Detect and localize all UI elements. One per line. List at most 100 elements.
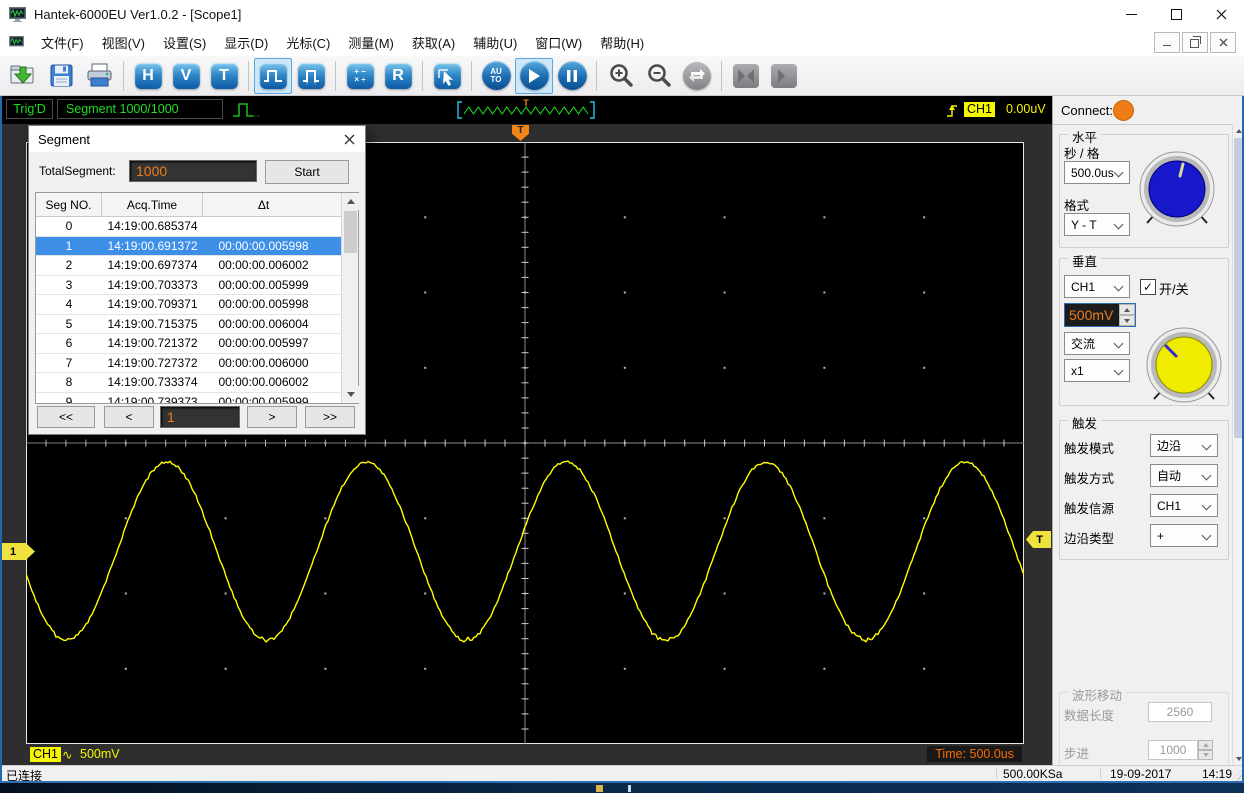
open-file-button[interactable]: [4, 58, 42, 94]
trigger-level-marker[interactable]: T: [1026, 531, 1051, 548]
start-button[interactable]: Start: [265, 160, 349, 184]
vertical-knob[interactable]: [1143, 326, 1225, 411]
prev-page-button[interactable]: <: [104, 406, 154, 428]
reference-wave-button[interactable]: R: [379, 58, 417, 94]
segment-table-row[interactable]: 414:19:00.70937100:00:00.005998: [36, 295, 358, 315]
arrow-down-icon: [1236, 757, 1242, 761]
arrow-up-icon: [1236, 129, 1242, 133]
segment-table-row[interactable]: 114:19:00.69137200:00:00.005998: [36, 237, 358, 257]
menu-item[interactable]: 帮助(H): [591, 32, 653, 55]
acquisition-preview[interactable]: T: [455, 98, 597, 122]
auto-set-button[interactable]: AUTO: [477, 58, 515, 94]
scrollbar-thumb[interactable]: [344, 211, 357, 253]
dialog-close-button[interactable]: [339, 130, 359, 148]
minimize-button[interactable]: [1109, 0, 1154, 28]
segment-table-row[interactable]: 214:19:00.69737400:00:00.006002: [36, 256, 358, 276]
status-bar: 已连接 500.00KSa 19-09-2017 14:19: [0, 765, 1244, 781]
connect-status-indicator: [1113, 100, 1134, 121]
volts-per-div-spinner[interactable]: 500mV: [1064, 303, 1136, 327]
format-select[interactable]: Y - T: [1064, 213, 1130, 236]
segment-table-row[interactable]: 714:19:00.72737200:00:00.006000: [36, 354, 358, 374]
last-page-button[interactable]: >>: [305, 406, 355, 428]
taskbar-icon: [596, 785, 603, 792]
spin-up-button[interactable]: [1119, 304, 1135, 315]
title-bar: Hantek-6000EU Ver1.0.2 - [Scope1]: [0, 0, 1244, 28]
menu-item[interactable]: 辅助(U): [464, 32, 526, 55]
trigger-setup-button[interactable]: T: [205, 58, 243, 94]
menu-item[interactable]: 获取(A): [403, 32, 464, 55]
swap-button[interactable]: [678, 58, 716, 94]
scroll-down-button[interactable]: [342, 386, 359, 403]
menu-item[interactable]: 窗口(W): [526, 32, 591, 55]
next-page-button[interactable]: >: [247, 406, 297, 428]
cursor-measure-button[interactable]: [428, 58, 466, 94]
chevron-down-icon: [1114, 366, 1124, 376]
zoom-in-button[interactable]: [602, 58, 640, 94]
segment-acquisition-button[interactable]: [254, 58, 292, 94]
dialog-title-bar[interactable]: Segment: [29, 126, 365, 152]
page-number-input[interactable]: 1: [160, 406, 240, 428]
mdi-minimize-button[interactable]: [1154, 32, 1180, 53]
segment-table-row[interactable]: 314:19:00.70337300:00:00.005999: [36, 276, 358, 296]
segment-table-body: 014:19:00.685374114:19:00.69137200:00:00…: [36, 217, 358, 403]
menu-item[interactable]: 测量(M): [339, 32, 403, 55]
segment-table-row[interactable]: 014:19:00.685374: [36, 217, 358, 237]
math-button[interactable]: + −× ÷: [341, 58, 379, 94]
vertical-setup-button[interactable]: V: [167, 58, 205, 94]
save-button[interactable]: [42, 58, 80, 94]
taskbar-edge: [0, 781, 1244, 793]
trigger-source-select[interactable]: CH1: [1150, 494, 1218, 517]
menu-item[interactable]: 光标(C): [277, 32, 339, 55]
sec-per-div-select[interactable]: 500.0us: [1064, 161, 1130, 184]
first-page-button[interactable]: <<: [37, 406, 95, 428]
trigger-edge-icon: [944, 101, 960, 119]
svg-text:T: T: [523, 98, 529, 108]
segment-table-row[interactable]: 614:19:00.72137200:00:00.005997: [36, 334, 358, 354]
run-button[interactable]: [515, 58, 553, 94]
vertical-setup-icon: V: [173, 63, 200, 89]
trigger-mode-select[interactable]: 边沿: [1150, 434, 1218, 457]
window-title: Hantek-6000EU Ver1.0.2 - [Scope1]: [34, 7, 241, 22]
trigger-sweep-select[interactable]: 自动: [1150, 464, 1218, 487]
menu-item[interactable]: 显示(D): [215, 32, 277, 55]
segment-table-row[interactable]: 814:19:00.73337400:00:00.006002: [36, 373, 358, 393]
dialog-close-icon: [344, 134, 355, 145]
segment-table-row[interactable]: 514:19:00.71537500:00:00.006004: [36, 315, 358, 335]
horizontal-setup-button[interactable]: H: [129, 58, 167, 94]
format-label: 格式: [1064, 195, 1089, 214]
probe-select[interactable]: x1: [1064, 359, 1130, 382]
channel-select[interactable]: CH1: [1064, 275, 1130, 298]
zoom-out-button[interactable]: [640, 58, 678, 94]
menu-item[interactable]: 视图(V): [93, 32, 154, 55]
coupling-select[interactable]: 交流: [1064, 332, 1130, 355]
table-scrollbar[interactable]: [341, 193, 358, 403]
pause-button[interactable]: [553, 58, 591, 94]
scroll-up-button[interactable]: [342, 193, 359, 210]
trigger-group: 触发 触发模式 边沿 触发方式 自动 触发信源 CH1 边沿类型 +: [1059, 420, 1229, 560]
trigger-level-readout: 0.00uV: [1006, 102, 1046, 116]
trigger-status-badge: Trig'D: [6, 99, 53, 119]
chevron-down-icon: [1114, 168, 1124, 178]
edge-type-select[interactable]: +: [1150, 524, 1218, 547]
print-button[interactable]: [80, 58, 118, 94]
pulse-train-button[interactable]: [292, 58, 330, 94]
mdi-restore-button[interactable]: [1182, 32, 1208, 53]
mdi-close-button[interactable]: [1210, 32, 1236, 53]
segment-table-row[interactable]: 914:19:00.73937300:00:00.005999: [36, 393, 358, 404]
menu-item[interactable]: 设置(S): [154, 32, 215, 55]
trigger-source-label: 触发信源: [1064, 498, 1114, 517]
trigger-position-marker[interactable]: T: [512, 125, 529, 141]
maximize-button[interactable]: [1154, 0, 1199, 28]
chevron-down-icon: [1202, 471, 1212, 481]
total-segment-label: TotalSegment:: [39, 164, 116, 178]
channel-onoff-checkbox[interactable]: ✓: [1140, 279, 1156, 295]
step-spin-buttons: [1198, 740, 1213, 760]
total-segment-input[interactable]: 1000: [129, 160, 257, 182]
menu-item[interactable]: 文件(F): [32, 32, 93, 55]
close-button[interactable]: [1199, 0, 1244, 28]
toolbar: H V T + −× ÷ R: [0, 56, 1244, 96]
disabled-button-2: [765, 58, 803, 94]
taskbar-icon: [628, 785, 631, 792]
horizontal-knob[interactable]: [1136, 150, 1218, 235]
spin-down-button[interactable]: [1119, 315, 1135, 326]
